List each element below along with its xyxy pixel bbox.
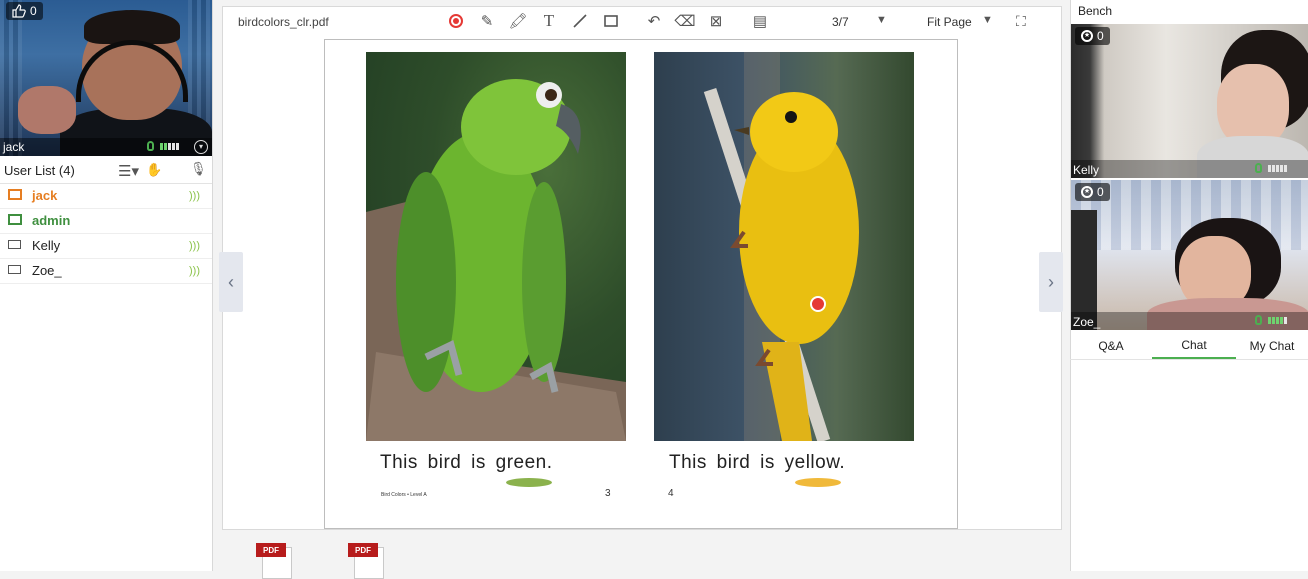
page-number: 3 [605, 488, 611, 499]
photo-yellow-bird [654, 52, 914, 441]
leaf-decor-green [506, 478, 552, 487]
rectangle-tool-icon[interactable] [602, 12, 620, 30]
pdf-label: PDF [256, 543, 286, 557]
mute-all-icon[interactable]: 🎙 [190, 161, 207, 177]
admin-screen-icon [8, 214, 22, 225]
right-panel: Bench ★ 0 Kelly ★ 0 Zoe_ [1070, 0, 1308, 571]
raise-hand-icon[interactable]: ✋ [146, 162, 162, 178]
clear-icon[interactable]: ⊠ [707, 12, 725, 30]
teacher-video[interactable]: 0 jack ▾ [0, 0, 212, 156]
caption-green: This bird is green. [380, 452, 553, 473]
list-item[interactable]: jack ))) [0, 184, 212, 209]
mic-icon[interactable] [1255, 163, 1262, 173]
star-badge: ★ 0 [1075, 27, 1110, 45]
thumbs-up-icon [12, 4, 26, 18]
list-item[interactable]: Kelly ))) [0, 234, 212, 259]
text-tool-icon[interactable]: T [540, 11, 558, 30]
tab-chat[interactable]: Chat [1152, 333, 1236, 359]
presenter-screen-icon [8, 189, 22, 200]
teacher-status-bar: jack ▾ [0, 138, 212, 156]
caption-yellow: This bird is yellow. [669, 452, 846, 473]
student-video-kelly[interactable]: ★ 0 Kelly [1071, 24, 1308, 178]
user-name: Zoe_ [32, 263, 62, 278]
like-count: 0 [30, 4, 37, 18]
star-icon: ★ [1081, 30, 1093, 42]
volume-meter [160, 143, 179, 150]
chevron-down-icon[interactable]: ▾ [194, 140, 208, 154]
list-item[interactable]: Zoe_ ))) [0, 259, 212, 284]
star-icon: ★ [1081, 186, 1093, 198]
tab-my-chat[interactable]: My Chat [1236, 333, 1308, 359]
pdf-label: PDF [348, 543, 378, 557]
left-panel: 0 jack ▾ User List (4) ☰▾ ✋ 🎙 jack ))) a… [0, 0, 213, 571]
volume-meter [1268, 165, 1287, 172]
chevron-left-icon: ‹ [228, 271, 234, 292]
next-page-button[interactable]: › [1039, 252, 1063, 312]
student-video-zoe[interactable]: ★ 0 Zoe_ [1071, 180, 1308, 330]
user-name: Kelly [32, 238, 61, 253]
speaker-icon: ))) [189, 190, 200, 202]
volume-meter [1268, 317, 1287, 324]
zoom-dropdown-icon[interactable]: ▼ [982, 14, 993, 26]
highlighter-icon[interactable]: 🖍 [508, 12, 527, 30]
page-number: 4 [668, 488, 674, 499]
page-dropdown-icon[interactable]: ▼ [876, 14, 887, 26]
teacher-hair [84, 10, 180, 44]
student-status-bar: Kelly [1071, 160, 1308, 178]
teacher-hand [18, 86, 76, 134]
thumbnail-icon[interactable]: ▤ [751, 12, 769, 30]
document-filename: birdcolors_clr.pdf [238, 15, 329, 29]
star-badge: ★ 0 [1075, 183, 1110, 201]
pen-icon[interactable]: ✎ [478, 12, 496, 30]
teacher-name: jack [3, 140, 25, 154]
curtain-decor [0, 0, 22, 156]
photo-green-parrot [366, 52, 626, 441]
student-name: Zoe_ [1073, 315, 1101, 329]
undo-icon[interactable]: ↶ [645, 12, 663, 30]
student-name: Kelly [1073, 163, 1100, 177]
user-list-title: User List (4) [4, 162, 75, 178]
user-name: jack [32, 188, 58, 203]
student-status-bar: Zoe_ [1071, 312, 1308, 330]
monitor-icon [8, 240, 21, 249]
mic-icon[interactable] [1255, 315, 1262, 325]
monitor-icon [8, 265, 21, 274]
tab-qa[interactable]: Q&A [1070, 333, 1152, 359]
annotation-pointer [810, 296, 826, 312]
chat-tabs: Q&A Chat My Chat [1070, 333, 1308, 360]
pdf-file-icon[interactable]: PDF [348, 543, 388, 579]
zoom-select[interactable]: Fit Page [927, 15, 972, 29]
speaker-icon: ))) [189, 240, 200, 252]
page-footer: Bird Colors • Level A [381, 492, 427, 498]
star-count: 0 [1097, 185, 1104, 199]
mic-icon[interactable] [147, 141, 154, 151]
chevron-right-icon: › [1048, 271, 1054, 292]
page-indicator[interactable]: 3/7 [832, 15, 849, 29]
list-item[interactable]: admin [0, 209, 212, 234]
previous-page-button[interactable]: ‹ [219, 252, 243, 312]
star-count: 0 [1097, 29, 1104, 43]
line-tool-icon[interactable] [571, 12, 589, 30]
speaker-icon: ))) [189, 265, 200, 277]
bench-title: Bench [1078, 4, 1113, 18]
user-name: admin [32, 213, 71, 228]
pdf-file-icon[interactable]: PDF [256, 543, 296, 579]
leaf-decor-yellow [795, 478, 841, 487]
list-menu-icon[interactable]: ☰▾ [118, 162, 139, 180]
like-badge[interactable]: 0 [6, 2, 43, 20]
user-list-header: User List (4) ☰▾ ✋ 🎙 [0, 157, 212, 184]
record-icon[interactable] [447, 12, 465, 30]
fullscreen-icon[interactable]: ⛶ [1016, 13, 1026, 30]
eraser-icon[interactable]: ⌫ [674, 12, 695, 30]
